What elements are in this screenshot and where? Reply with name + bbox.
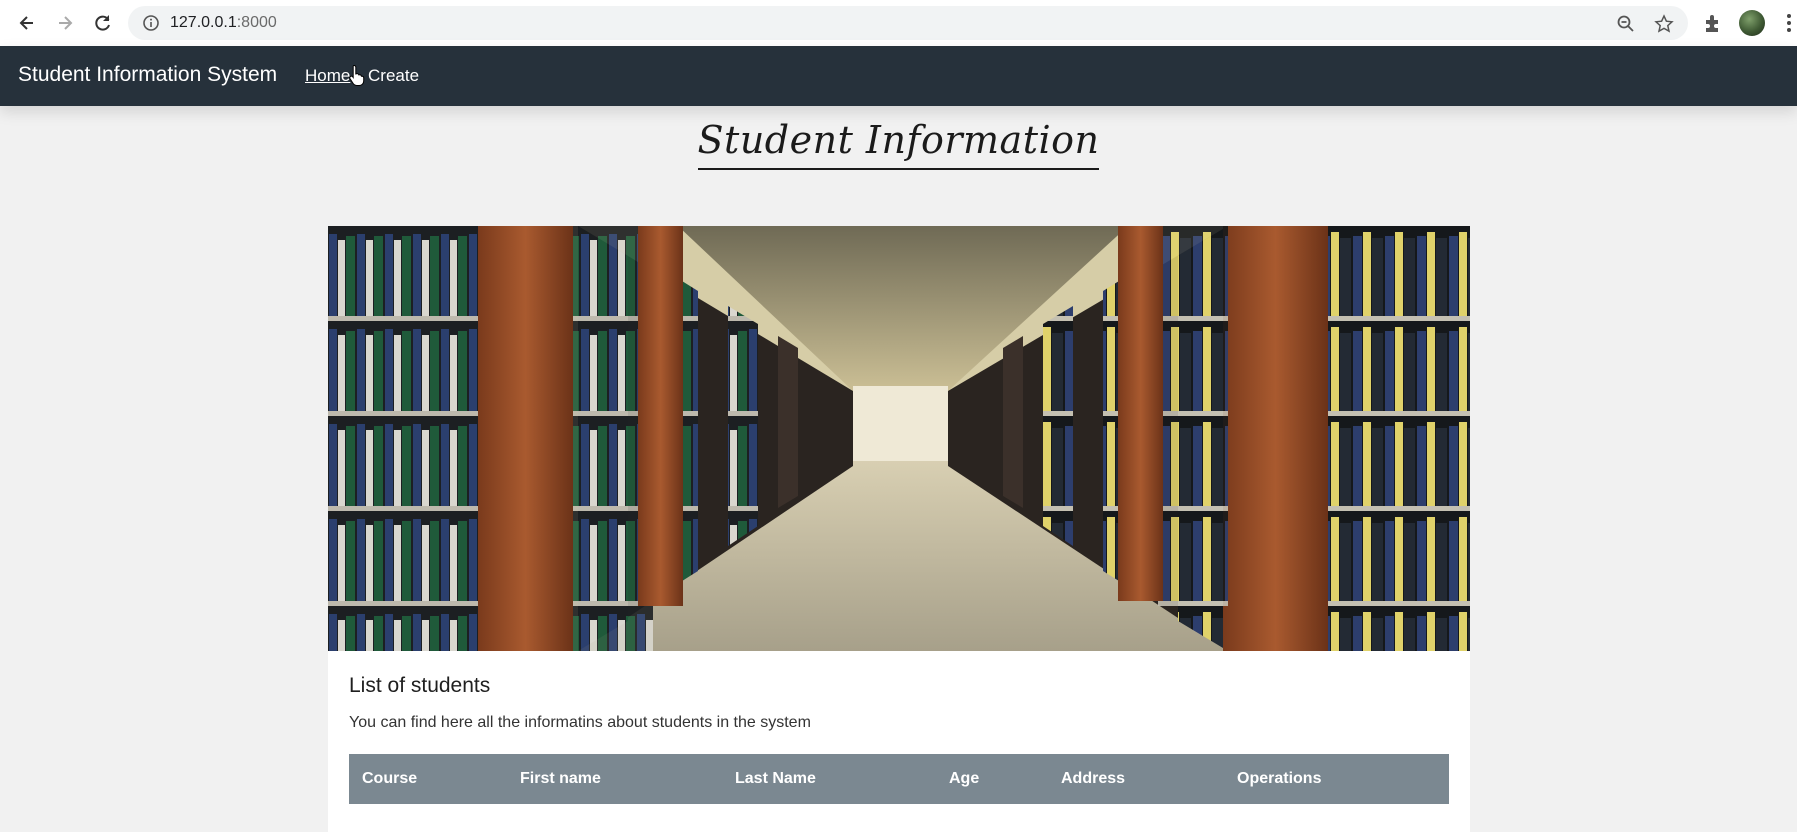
column-header-address[interactable]: Address [1061, 770, 1125, 788]
brand-title[interactable]: Student Information System [18, 63, 277, 87]
column-header-age[interactable]: Age [949, 770, 979, 788]
star-icon[interactable] [1654, 14, 1674, 34]
url-host: 127.0.0.1 [170, 14, 237, 31]
column-header-last-name[interactable]: Last Name [735, 770, 816, 788]
zoom-icon[interactable] [1616, 14, 1636, 34]
address-bar[interactable]: 127.0.0.1:8000 [128, 6, 1688, 40]
column-header-course[interactable]: Course [362, 770, 417, 788]
nav-link-home[interactable]: Home [305, 66, 350, 86]
library-hero-image [328, 226, 1470, 651]
extensions-icon[interactable] [1702, 12, 1724, 34]
forward-arrow-icon[interactable] [52, 10, 78, 36]
column-header-operations[interactable]: Operations [1237, 770, 1321, 788]
info-icon[interactable] [142, 14, 160, 32]
page-title: Student Information [697, 118, 1100, 170]
url-text[interactable]: 127.0.0.1:8000 [170, 14, 277, 32]
mouse-cursor-icon [349, 64, 365, 86]
app-navbar: Student Information System Home Create [0, 46, 1797, 106]
students-table-header: Course First name Last Name Age Address … [349, 754, 1449, 804]
back-arrow-icon[interactable] [14, 10, 40, 36]
reload-icon[interactable] [90, 10, 116, 36]
menu-dots-icon[interactable] [1785, 12, 1793, 34]
card-title: List of students [349, 674, 491, 697]
nav-link-create[interactable]: Create [368, 66, 419, 86]
students-card: List of students You can find here all t… [328, 226, 1470, 832]
card-description: You can find here all the informatins ab… [349, 714, 811, 731]
profile-avatar[interactable] [1739, 10, 1765, 36]
browser-toolbar: 127.0.0.1:8000 [0, 0, 1797, 46]
page-heading: Student Information [0, 118, 1797, 170]
column-header-first-name[interactable]: First name [520, 770, 601, 788]
url-port: :8000 [236, 14, 277, 31]
